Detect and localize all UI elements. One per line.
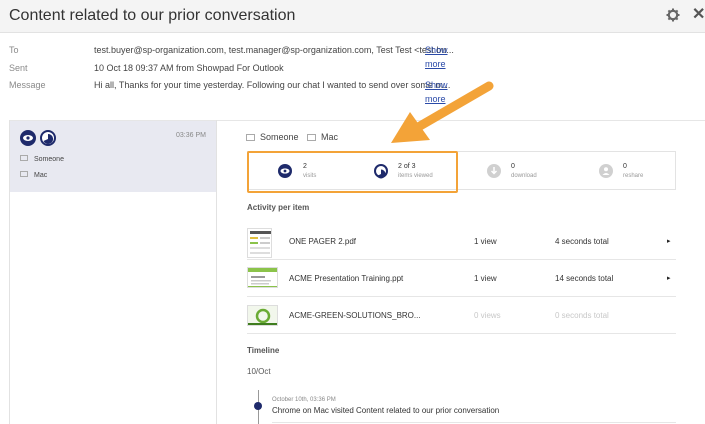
item-time: 14 seconds total <box>555 274 614 283</box>
timeline-divider <box>272 422 676 423</box>
download-label: download <box>511 173 537 179</box>
download-icon <box>487 164 501 178</box>
timeline-dot <box>254 402 262 410</box>
page-title: Content related to our prior conversatio… <box>9 7 296 24</box>
activity-title: Activity per item <box>247 203 310 212</box>
detail-device: Mac <box>307 131 338 143</box>
person-icon <box>20 155 28 161</box>
reshare-label: reshare <box>623 173 644 179</box>
session-device: Mac <box>20 171 47 181</box>
pdf-thumbnail-icon <box>247 228 272 258</box>
brochure-thumbnail-icon <box>247 305 278 326</box>
download-value: 0 <box>511 163 515 170</box>
session-time: 03:36 PM <box>176 132 206 139</box>
session-device-label: Mac <box>34 172 48 179</box>
laptop-icon <box>20 171 28 177</box>
session-person-label: Someone <box>34 156 64 163</box>
message-label: Message <box>9 80 46 90</box>
detail-person: Someone <box>246 131 299 143</box>
session-person: Someone <box>20 155 64 165</box>
item-name: ACME Presentation Training.ppt <box>289 274 404 283</box>
item-name: ONE PAGER 2.pdf <box>289 237 356 246</box>
chevron-right-icon[interactable]: ▸ <box>667 274 671 282</box>
document-icon <box>40 130 56 146</box>
row-divider <box>247 333 676 334</box>
header-bar: Content related to our prior conversatio… <box>0 0 705 33</box>
reshare-icon <box>599 164 613 178</box>
item-views: 0 views <box>474 311 501 320</box>
list-item[interactable]: ACME-GREEN-SOLUTIONS_BRO... 0 views 0 se… <box>247 297 676 335</box>
item-time: 0 seconds total <box>555 311 609 320</box>
timeline-title: Timeline <box>247 346 280 355</box>
show-more-message-link[interactable]: Show more <box>425 78 448 106</box>
to-value: test.buyer@sp-organization.com, test.man… <box>94 45 454 55</box>
item-views: 1 view <box>474 237 497 246</box>
to-label: To <box>9 45 19 55</box>
list-item[interactable]: ONE PAGER 2.pdf 1 view 4 seconds total ▸ <box>247 223 676 261</box>
chevron-right-icon[interactable]: ▸ <box>667 237 671 245</box>
sidebar-divider <box>216 120 217 424</box>
close-icon[interactable]: ✕ <box>692 6 705 24</box>
detail-person-label: Someone <box>260 132 299 142</box>
sent-value: 10 Oct 18 09:37 AM from Showpad For Outl… <box>94 63 284 73</box>
laptop-icon <box>307 134 316 141</box>
stats-highlight-box <box>247 151 458 193</box>
eye-icon <box>20 130 36 146</box>
item-name: ACME-GREEN-SOLUTIONS_BRO... <box>289 311 421 320</box>
item-views: 1 view <box>474 274 497 283</box>
detail-device-label: Mac <box>321 132 339 142</box>
timeline-entry-time: October 10th, 03:36 PM <box>272 397 336 403</box>
timeline-entry-text: Chrome on Mac visited Content related to… <box>272 406 500 415</box>
ppt-thumbnail-icon <box>247 267 278 288</box>
timeline-date: 10/Oct <box>247 367 271 376</box>
message-value: Hi all, Thanks for your time yesterday. … <box>94 80 451 90</box>
reshare-value: 0 <box>623 163 627 170</box>
list-item[interactable]: ACME Presentation Training.ppt 1 view 14… <box>247 260 676 298</box>
item-time: 4 seconds total <box>555 237 609 246</box>
person-icon <box>246 134 255 141</box>
show-more-recipients-link[interactable]: Show more <box>425 43 448 71</box>
gear-icon[interactable] <box>666 8 680 22</box>
sent-label: Sent <box>9 63 28 73</box>
